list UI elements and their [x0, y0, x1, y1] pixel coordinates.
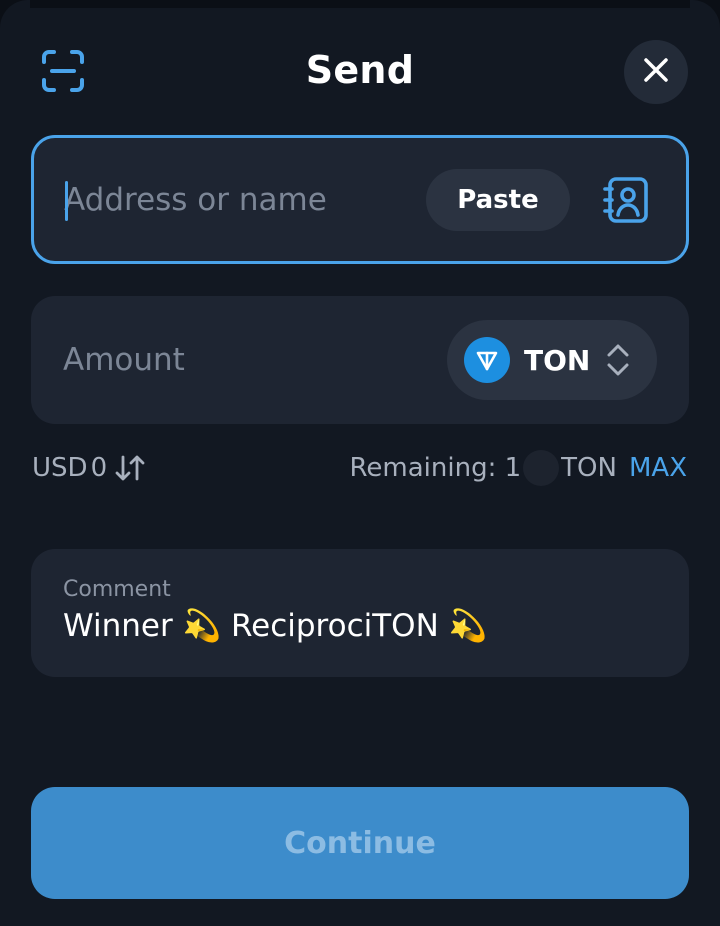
comment-field[interactable]: Comment Winner 💫 ReciprociTON 💫: [31, 549, 689, 677]
top-strip: [30, 0, 690, 8]
chevron-updown-icon: [606, 343, 630, 377]
text-caret: [65, 181, 68, 221]
max-button[interactable]: MAX: [629, 453, 687, 483]
swap-arrows-icon: [113, 454, 147, 482]
ton-logo-icon: [464, 337, 510, 383]
continue-button[interactable]: Continue: [31, 787, 689, 899]
page-title: Send: [305, 48, 415, 92]
send-sheet: Send Paste: [0, 0, 720, 926]
remaining-unit: TON: [561, 453, 617, 483]
fiat-currency: USD: [32, 453, 88, 483]
amount-field[interactable]: TON: [31, 296, 689, 424]
remaining-label: Remaining: 1: [349, 453, 522, 483]
token-symbol: TON: [524, 343, 591, 377]
address-field[interactable]: Paste: [31, 135, 689, 264]
fiat-toggle[interactable]: USD 0: [32, 450, 147, 486]
redaction-blur: [523, 450, 560, 486]
fiat-value: 0: [90, 453, 108, 483]
close-icon: [643, 57, 669, 87]
address-book-icon: [601, 175, 651, 229]
comment-text[interactable]: Winner 💫 ReciprociTON 💫: [63, 607, 663, 651]
close-button[interactable]: [624, 40, 688, 104]
amount-input[interactable]: [63, 338, 393, 382]
remaining-balance: Remaining: 1 TON MAX: [350, 450, 687, 486]
address-input[interactable]: [64, 178, 414, 222]
token-selector[interactable]: TON: [447, 320, 657, 400]
paste-button[interactable]: Paste: [426, 169, 570, 231]
comment-label: Comment: [63, 577, 171, 602]
contacts-button[interactable]: [598, 174, 654, 230]
